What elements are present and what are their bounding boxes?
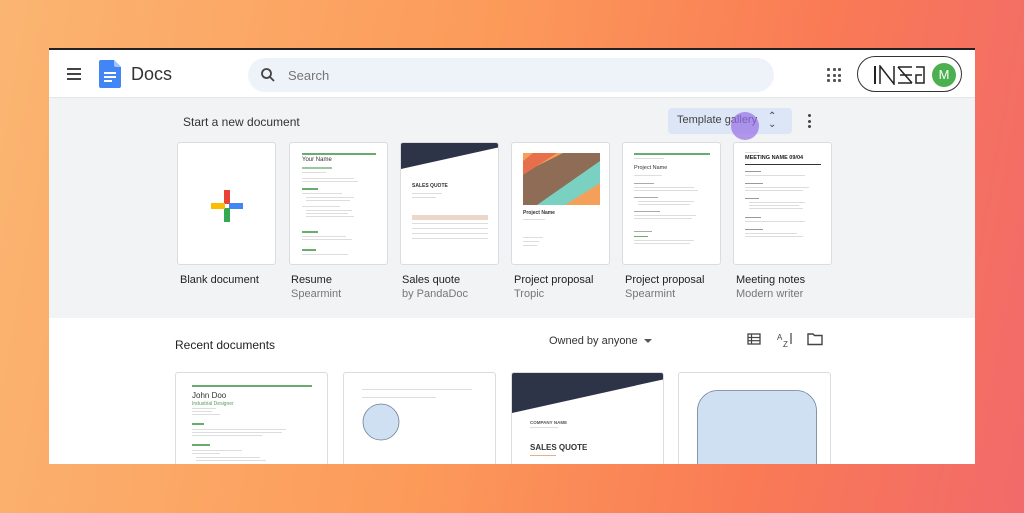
sort-az-icon[interactable]: A Z [777, 332, 793, 348]
recent-document-card[interactable]: COMPANY NAME SALES QUOTE [511, 372, 664, 464]
doc-header-shape [512, 373, 663, 413]
account-switcher[interactable]: M [857, 56, 962, 92]
top-bar: Docs M [49, 50, 975, 98]
thumb-heading: MEETING NAME 09/04 [745, 155, 804, 161]
doc-circle-shape [362, 403, 400, 441]
docs-window: Docs M Start a new document Template ga [49, 48, 975, 464]
doc-rounded-rect-shape [697, 390, 817, 464]
unfold-icon: ⌃ ⌄ [768, 111, 777, 130]
owner-filter-dropdown[interactable]: Owned by anyone [549, 335, 652, 347]
owner-filter-label: Owned by anyone [549, 335, 638, 347]
plus-icon [211, 190, 243, 222]
list-view-icon[interactable] [747, 332, 761, 346]
doc-heading: SALES QUOTE [530, 443, 588, 452]
avatar[interactable]: M [932, 63, 956, 87]
template-name[interactable]: Resume [291, 274, 332, 286]
doc-subheading: COMPANY NAME [530, 420, 568, 425]
recent-documents-section: Recent documents Owned by anyone A Z Joh… [49, 318, 975, 464]
recent-document-card[interactable] [678, 372, 831, 464]
thumb-heading: Project Name [634, 165, 668, 171]
template-subtitle: Tropic [514, 288, 545, 300]
thumb-header-shape [401, 143, 498, 169]
template-name[interactable]: Sales quote [402, 274, 460, 286]
section-title: Start a new document [183, 115, 300, 129]
template-name[interactable]: Blank document [180, 274, 259, 286]
hamburger-icon[interactable] [67, 68, 81, 80]
start-new-document-section: Start a new document Template gallery ⌃ ⌄… [49, 98, 975, 318]
docs-logo-icon[interactable] [99, 60, 121, 88]
app-name[interactable]: Docs [131, 64, 172, 85]
template-subtitle: Spearmint [291, 288, 342, 300]
template-card-project-proposal-tropic[interactable]: Project Name [511, 142, 610, 265]
search-bar[interactable] [248, 58, 774, 92]
doc-subheading: Industrial Designer [192, 401, 234, 407]
apps-grid-icon[interactable] [827, 68, 841, 82]
more-vert-icon[interactable] [808, 114, 812, 128]
organization-logo [874, 65, 925, 85]
caret-down-icon [643, 339, 652, 344]
template-card-sales-quote[interactable]: SALES QUOTE [400, 142, 499, 265]
template-name[interactable]: Project proposal [514, 274, 594, 286]
template-name[interactable]: Project proposal [625, 274, 705, 286]
section-title: Recent documents [175, 338, 276, 352]
thumb-heading: Your Name [302, 157, 332, 163]
recent-document-card[interactable]: John Doo Industrial Designer [175, 372, 328, 464]
search-icon[interactable] [260, 67, 276, 83]
doc-heading: John Doo [192, 391, 227, 400]
template-card-blank[interactable] [177, 142, 276, 265]
template-card-meeting-notes[interactable]: MEETING NAME 09/04 [733, 142, 832, 265]
template-name[interactable]: Meeting notes [736, 274, 805, 286]
template-card-project-proposal-spearmint[interactable]: Project Name [622, 142, 721, 265]
thumb-cover-art [523, 153, 600, 205]
thumb-heading: Project Name [523, 210, 555, 216]
recent-document-card[interactable] [343, 372, 496, 464]
template-subtitle: Spearmint [625, 288, 676, 300]
mouse-cursor-highlight [731, 112, 759, 140]
template-card-resume[interactable]: Your Name [289, 142, 388, 265]
thumb-heading: SALES QUOTE [412, 183, 448, 189]
template-subtitle: Modern writer [736, 288, 804, 300]
svg-text:Z: Z [783, 340, 788, 348]
template-gallery-button[interactable]: Template gallery ⌃ ⌄ [668, 108, 792, 134]
search-input[interactable] [288, 65, 748, 85]
folder-icon[interactable] [807, 332, 823, 346]
template-subtitle: by PandaDoc [402, 288, 469, 300]
